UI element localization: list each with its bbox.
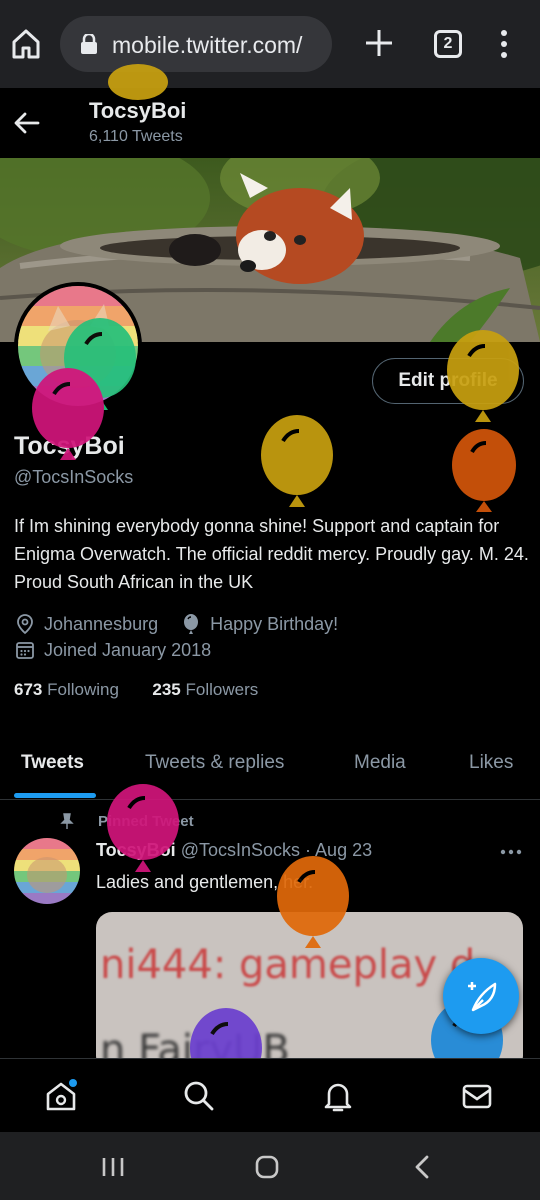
system-navigation-bar [0, 1132, 540, 1200]
compose-tweet-button[interactable] [443, 958, 519, 1034]
recent-apps-icon[interactable] [98, 1152, 128, 1182]
compose-feather-icon [468, 982, 497, 1012]
messages-nav-icon[interactable] [460, 1079, 494, 1113]
notifications-nav-icon[interactable] [321, 1079, 355, 1113]
system-home-icon[interactable] [252, 1152, 282, 1182]
system-back-icon[interactable] [408, 1152, 438, 1182]
bottom-navigation [0, 1058, 540, 1132]
search-nav-icon[interactable] [182, 1079, 216, 1113]
home-nav-icon[interactable] [44, 1079, 78, 1113]
